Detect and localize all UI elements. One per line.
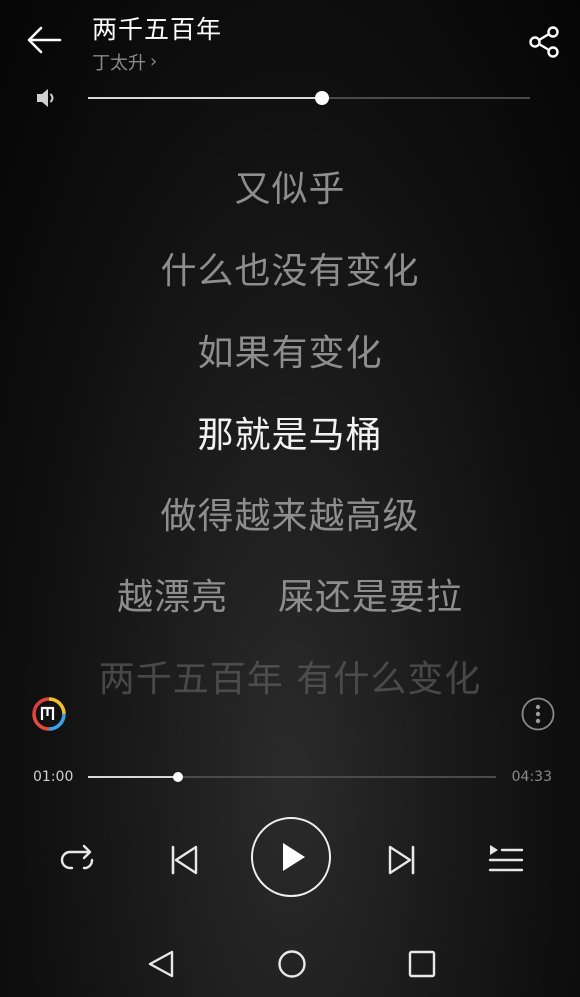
lyric-line: 越漂亮 屎还是要拉 (117, 577, 463, 618)
speaker-icon[interactable] (34, 86, 60, 110)
playlist-button[interactable] (484, 838, 528, 882)
nav-back-triangle-icon (148, 950, 174, 978)
elapsed-time: 01:00 (33, 769, 74, 785)
nav-home-circle-icon (278, 950, 306, 978)
music-player-screen: 两千五百年 丁太升 › 又似乎 什么也没有变化 如果有变化 那就是马桶 做得越来… (0, 0, 580, 997)
lyric-line: 又似乎 (234, 169, 346, 210)
skip-previous-icon (171, 845, 198, 875)
play-button[interactable] (251, 817, 331, 897)
next-track-button[interactable] (380, 838, 424, 882)
seek-bar-thumb[interactable] (172, 772, 183, 782)
volume-slider-thumb[interactable] (315, 91, 330, 105)
song-title: 两千五百年 (92, 15, 223, 44)
nav-recents-square-icon (408, 950, 436, 978)
repeat-icon (60, 844, 94, 870)
back-button[interactable] (22, 20, 66, 60)
play-icon (283, 843, 305, 871)
nav-recents-button[interactable] (402, 944, 442, 984)
artist-name: 丁太升 (92, 53, 146, 74)
seek-bar[interactable] (88, 772, 496, 782)
volume-slider[interactable] (88, 91, 530, 105)
more-options-button[interactable] (520, 696, 556, 732)
lyric-line: 两千五百年 有什么变化 (98, 659, 482, 700)
share-button[interactable] (524, 22, 564, 62)
previous-track-button[interactable] (162, 838, 206, 882)
lyric-line: 如果有变化 (197, 333, 383, 374)
more-vertical-icon (521, 697, 555, 731)
lyric-line-current: 那就是马桶 (197, 415, 383, 456)
repeat-button[interactable] (56, 838, 100, 882)
chevron-right-icon: › (150, 51, 158, 72)
total-time: 04:33 (511, 769, 552, 785)
nav-home-button[interactable] (272, 944, 312, 984)
playlist-icon (488, 845, 524, 872)
lyric-line: 什么也没有变化 (160, 251, 420, 292)
volume-slider-fill (88, 97, 323, 99)
seek-bar-fill (88, 776, 178, 778)
music-app-logo-icon[interactable] (31, 696, 67, 732)
arrow-left-icon (27, 26, 62, 54)
artist-link[interactable]: 丁太升 › (92, 49, 157, 75)
skip-next-icon (388, 845, 415, 875)
share-icon (529, 26, 559, 58)
lyric-line: 做得越来越高级 (160, 496, 420, 537)
nav-back-button[interactable] (144, 944, 180, 984)
